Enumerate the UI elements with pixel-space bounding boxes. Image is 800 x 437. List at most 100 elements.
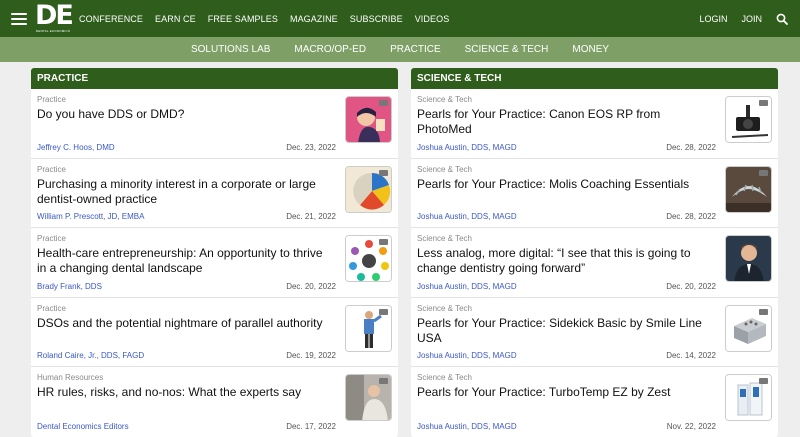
article-meta: Joshua Austin, DDS, MAGD Dec. 28, 2022 [417,143,716,152]
nav-conference[interactable]: CONFERENCE [79,14,143,24]
article-item[interactable]: Science & Tech Less analog, more digital… [411,228,778,298]
article-meta: Dental Economics Editors Dec. 17, 2022 [37,422,336,431]
top-nav: CONFERENCE EARN CE FREE SAMPLES MAGAZINE… [79,14,461,24]
article-date: Dec. 14, 2022 [666,351,716,360]
nav-magazine[interactable]: MAGAZINE [290,14,338,24]
article-author[interactable]: Joshua Austin, DDS, MAGD [417,282,517,291]
subnav-science-tech[interactable]: SCIENCE & TECH [465,44,549,55]
search-icon[interactable] [776,13,788,25]
article-author[interactable]: Roland Caire, Jr., DDS, FAGD [37,351,144,360]
video-badge-icon [759,100,768,106]
join-link[interactable]: JOIN [741,14,762,24]
article-author[interactable]: Brady Frank, DDS [37,282,102,291]
article-date: Dec. 28, 2022 [666,142,716,152]
article-author[interactable]: Joshua Austin, DDS, MAGD [417,422,517,431]
article-category: Practice [37,234,66,243]
practice-panel-header[interactable]: PRACTICE [31,68,398,89]
video-badge-icon [759,169,768,176]
article-title[interactable]: Pearls for Your Practice: Molis Coaching… [417,177,714,192]
article-thumbnail[interactable] [345,165,392,213]
article-item[interactable]: Practice Do you have DDS or DMD? Jeffrey… [31,89,398,159]
article-date: Dec. 19, 2022 [286,351,336,360]
article-thumbnail[interactable] [345,304,392,352]
account-links: LOGIN JOIN [685,13,788,25]
article-category: Practice [37,164,66,174]
subnav-practice[interactable]: PRACTICE [390,44,441,55]
article-title[interactable]: DSOs and the potential nightmare of para… [37,316,334,331]
article-title[interactable]: HR rules, risks, and no-nos: What the ex… [37,385,334,400]
article-meta: Joshua Austin, DDS, MAGD Dec. 14, 2022 [417,351,716,360]
article-item[interactable]: Practice Purchasing a minority interest … [31,159,398,228]
article-item[interactable]: Practice Health-care entrepreneurship: A… [31,228,398,298]
subnav-solutions-lab[interactable]: SOLUTIONS LAB [191,44,270,55]
logo-text: DE [35,0,74,31]
article-category: Practice [37,95,66,104]
article-thumbnail[interactable] [725,235,772,282]
top-bar: DE DENTAL ECONOMICS CONFERENCE EARN CE F… [0,0,800,37]
article-item[interactable]: Science & Tech Pearls for Your Practice:… [411,159,778,228]
article-meta: William P. Prescott, JD, EMBA Dec. 21, 2… [37,212,336,221]
article-title[interactable]: Less analog, more digital: “I see that t… [417,246,714,276]
article-title[interactable]: Health-care entrepreneurship: An opportu… [37,246,334,276]
video-badge-icon [379,100,388,106]
article-item[interactable]: Science & Tech Pearls for Your Practice:… [411,367,778,437]
hamburger-icon[interactable] [11,12,27,25]
article-category: Science & Tech [417,164,472,174]
article-item[interactable]: Practice DSOs and the potential nightmar… [31,298,398,367]
article-date: Dec. 21, 2022 [286,212,336,221]
article-thumbnail[interactable] [725,374,772,421]
article-thumbnail[interactable] [345,374,392,421]
article-category: Science & Tech [417,373,472,382]
article-thumbnail[interactable] [725,96,772,143]
subnav-macro-op-ed[interactable]: MACRO/OP-ED [294,44,366,55]
article-category: Practice [37,303,66,313]
subnav-money[interactable]: MONEY [572,44,609,55]
article-item[interactable]: Science & Tech Pearls for Your Practice:… [411,89,778,159]
nav-subscribe[interactable]: SUBSCRIBE [350,14,403,24]
nav-earn-ce[interactable]: EARN CE [155,14,196,24]
article-meta: Roland Caire, Jr., DDS, FAGD Dec. 19, 20… [37,351,336,360]
article-meta: Brady Frank, DDS Dec. 20, 2022 [37,282,336,291]
article-date: Dec. 17, 2022 [286,421,336,431]
science-tech-panel-header[interactable]: SCIENCE & TECH [411,68,778,89]
article-title[interactable]: Purchasing a minority interest in a corp… [37,177,334,207]
article-thumbnail[interactable] [345,96,392,143]
nav-free-samples[interactable]: FREE SAMPLES [208,14,278,24]
thumbnail-image [726,236,771,281]
article-author[interactable]: William P. Prescott, JD, EMBA [37,212,144,221]
article-author[interactable]: Joshua Austin, DDS, MAGD [417,143,517,152]
nav-videos[interactable]: VIDEOS [415,14,450,24]
article-title[interactable]: Pearls for Your Practice: Sidekick Basic… [417,316,714,346]
article-thumbnail[interactable] [725,304,772,352]
article-meta: Joshua Austin, DDS, MAGD Dec. 20, 2022 [417,282,716,291]
article-category: Science & Tech [417,303,472,313]
article-item[interactable]: Science & Tech Pearls for Your Practice:… [411,298,778,367]
article-author[interactable]: Dental Economics Editors [37,422,129,431]
article-date: Dec. 28, 2022 [666,212,716,221]
video-badge-icon [379,169,388,176]
article-title[interactable]: Pearls for Your Practice: Canon EOS RP f… [417,107,714,137]
article-date: Dec. 23, 2022 [286,142,336,152]
video-badge-icon [379,239,388,245]
article-thumbnail[interactable] [345,235,392,282]
article-author[interactable]: Joshua Austin, DDS, MAGD [417,212,517,221]
video-badge-icon [379,378,388,384]
article-title[interactable]: Pearls for Your Practice: TurboTemp EZ b… [417,385,714,400]
site-logo[interactable]: DE DENTAL ECONOMICS [35,0,75,34]
article-meta: Joshua Austin, DDS, MAGD Nov. 22, 2022 [417,422,716,431]
article-item[interactable]: Human Resources HR rules, risks, and no-… [31,367,398,437]
article-title[interactable]: Do you have DDS or DMD? [37,107,334,122]
article-thumbnail[interactable] [725,165,772,213]
video-badge-icon [759,378,768,384]
article-date: Nov. 22, 2022 [666,421,716,431]
article-category: Science & Tech [417,234,472,243]
sub-nav: SOLUTIONS LAB MACRO/OP-ED PRACTICE SCIEN… [0,37,800,62]
article-category: Science & Tech [417,95,472,104]
practice-panel: PRACTICE Practice Do you have DDS or DMD… [31,68,398,437]
article-date: Dec. 20, 2022 [286,281,336,291]
logo-subtext: DENTAL ECONOMICS [36,28,71,33]
login-link[interactable]: LOGIN [699,14,727,24]
article-meta: Jeffrey C. Hoos, DMD Dec. 23, 2022 [37,143,336,152]
article-author[interactable]: Jeffrey C. Hoos, DMD [37,143,115,152]
article-author[interactable]: Joshua Austin, DDS, MAGD [417,351,517,360]
